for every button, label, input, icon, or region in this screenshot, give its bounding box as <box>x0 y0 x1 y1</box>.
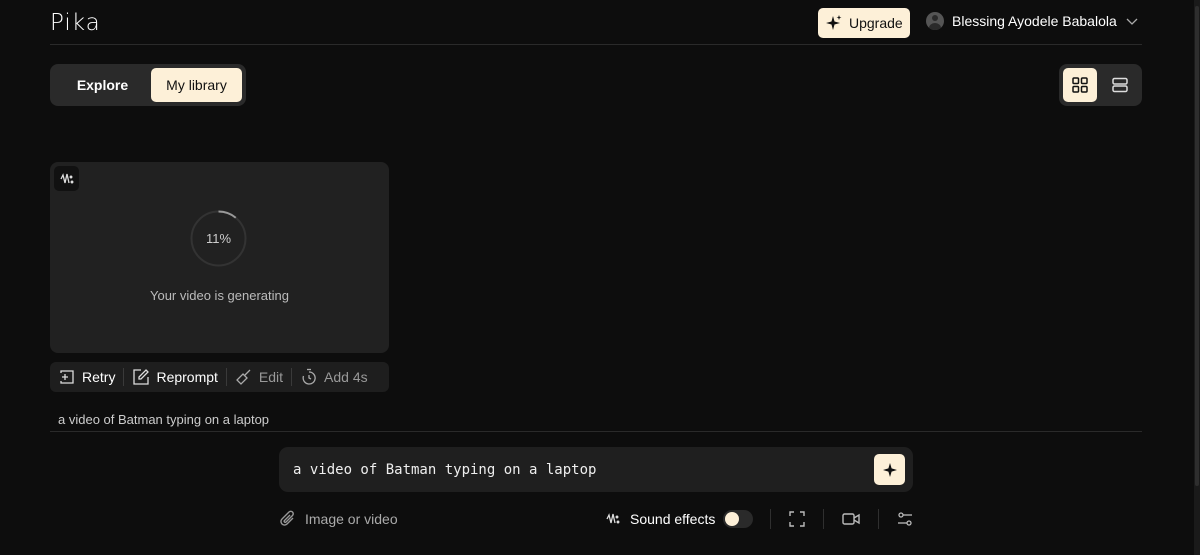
generating-status: Your video is generating <box>149 288 289 303</box>
sound-effects-label: Sound effects <box>630 511 716 527</box>
upgrade-label: Upgrade <box>849 15 903 31</box>
user-menu[interactable]: Blessing Ayodele Babalola <box>926 12 1139 30</box>
prompt-tools: Sound effects <box>605 508 914 530</box>
paperclip-icon <box>280 510 294 526</box>
content-divider <box>50 431 1142 432</box>
edit-label: Edit <box>258 369 284 385</box>
header-divider <box>50 44 1142 45</box>
brush-icon <box>236 369 251 385</box>
tab-my-library[interactable]: My library <box>151 68 242 102</box>
sound-effects-badge <box>54 166 79 191</box>
sound-wave-icon <box>59 172 73 183</box>
prompt-text[interactable]: a video of Batman typing on a laptop <box>293 462 596 478</box>
video-caption: a video of Batman typing on a laptop <box>58 412 270 427</box>
view-toggle <box>1059 64 1142 106</box>
retry-label: Retry <box>82 369 116 385</box>
list-view-button[interactable] <box>1103 68 1137 102</box>
divider <box>878 509 880 529</box>
user-name: Blessing Ayodele Babalola <box>952 13 1117 29</box>
upgrade-button[interactable]: Upgrade <box>818 8 910 38</box>
chevron-down-icon <box>1126 18 1138 25</box>
sparkle-icon <box>882 462 897 477</box>
generate-button[interactable] <box>874 454 905 485</box>
reprompt-button[interactable]: Reprompt <box>132 368 225 386</box>
library-tabs: Explore My library <box>50 64 246 106</box>
prompt-input[interactable]: a video of Batman typing on a laptop <box>279 447 913 492</box>
attach-label: Image or video <box>305 511 398 527</box>
sparkle-icon <box>826 15 842 30</box>
card-actions: Retry Reprompt Edit Add 4s <box>50 362 389 392</box>
edit-pencil-icon <box>133 369 150 385</box>
progress-percent: 11% <box>205 231 232 246</box>
divider <box>225 368 227 386</box>
grid-view-button[interactable] <box>1063 68 1097 102</box>
retry-button[interactable]: Retry <box>58 368 123 386</box>
edit-button[interactable]: Edit <box>235 368 291 386</box>
tab-explore[interactable]: Explore <box>54 68 151 102</box>
divider <box>123 368 125 386</box>
video-camera-icon[interactable] <box>841 510 861 528</box>
avatar <box>926 12 944 30</box>
reprompt-label: Reprompt <box>156 369 218 385</box>
sound-wave-icon <box>606 513 620 524</box>
grid-icon <box>1072 77 1088 93</box>
retry-icon <box>60 370 74 384</box>
add-4s-label: Add 4s <box>324 369 368 385</box>
sound-effects-toggle[interactable] <box>723 510 754 528</box>
list-icon <box>1112 77 1128 93</box>
video-card[interactable]: 11% Your video is generating <box>50 162 389 353</box>
timer-icon <box>302 368 316 385</box>
divider <box>823 509 825 529</box>
add-4s-button[interactable]: Add 4s <box>300 368 376 386</box>
pika-logo[interactable]: Pika <box>50 10 101 36</box>
settings-sliders-icon[interactable] <box>896 510 914 528</box>
divider <box>291 368 293 386</box>
attach-button[interactable]: Image or video <box>279 510 398 528</box>
aspect-ratio-icon[interactable] <box>788 510 806 528</box>
divider <box>770 509 772 529</box>
scrollbar-thumb[interactable] <box>1195 6 1199 486</box>
